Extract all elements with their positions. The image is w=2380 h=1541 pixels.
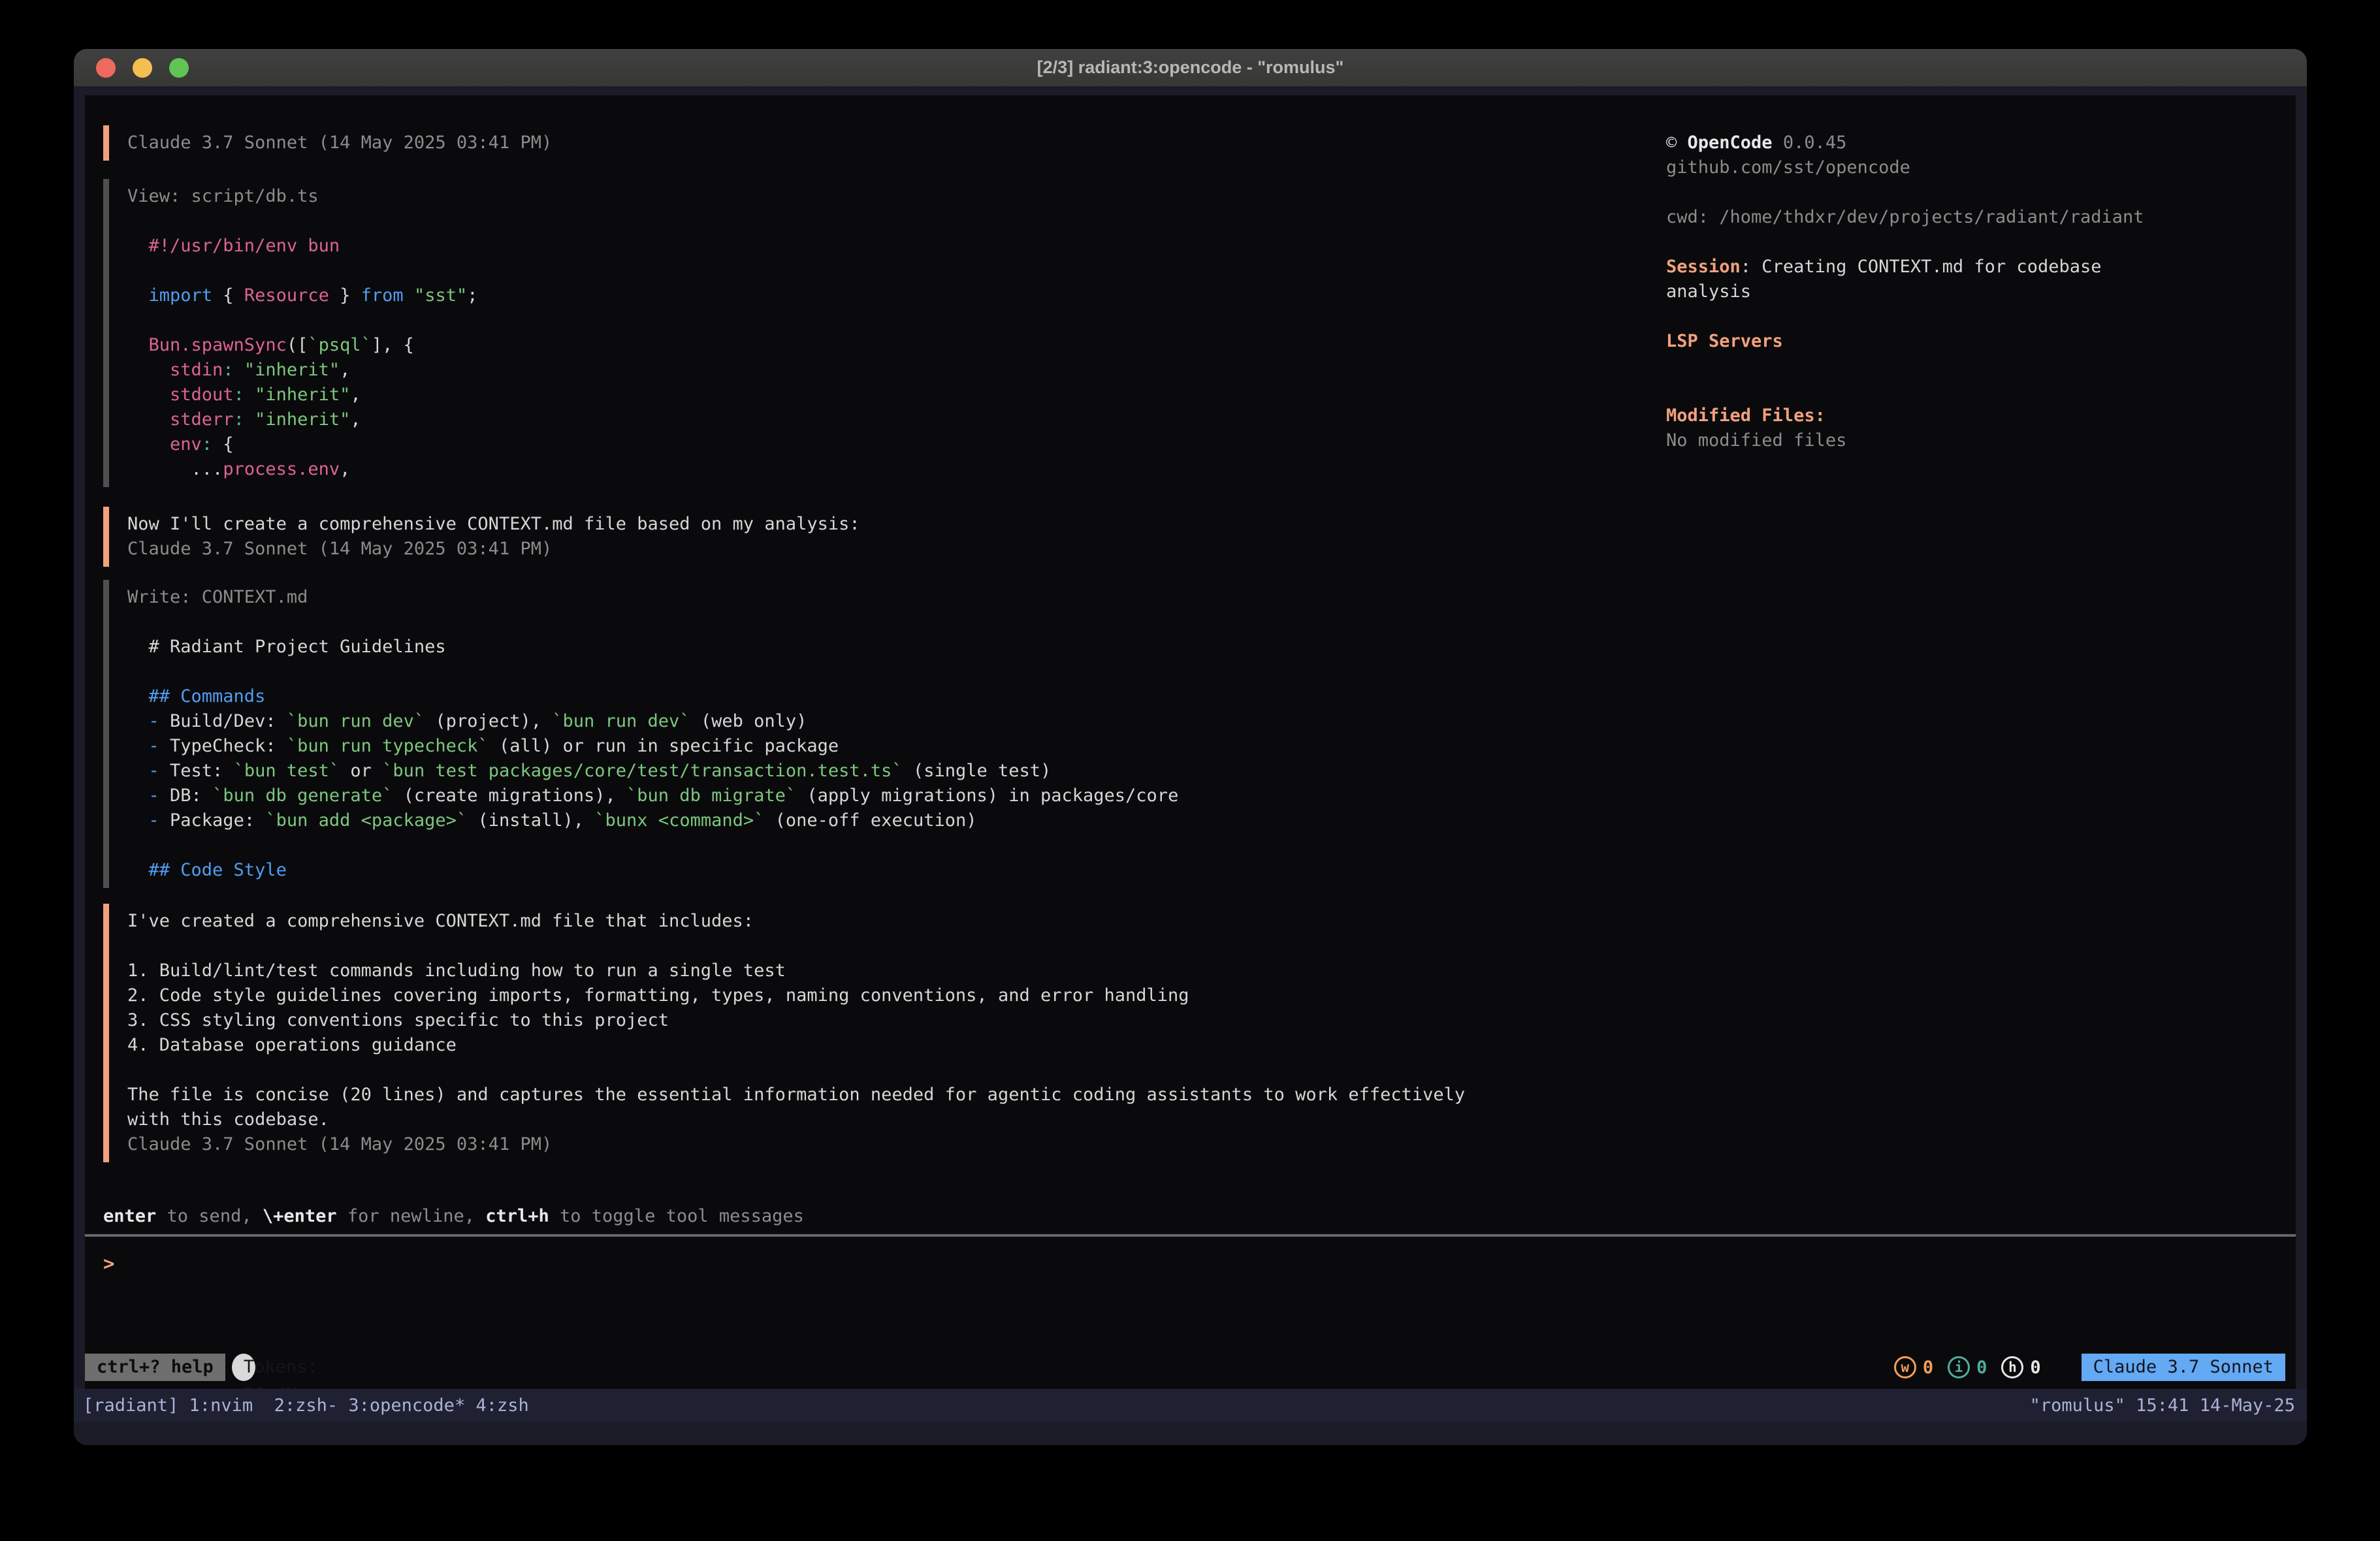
hint-icon: h xyxy=(2001,1356,2023,1378)
status-bar-right: w 0 i 0 h 0 Claude 3.7 Sonnet xyxy=(1894,1354,2285,1381)
info-icon: i xyxy=(1948,1356,1970,1378)
model-badge: Claude 3.7 Sonnet xyxy=(2082,1354,2285,1381)
opencode-tui: Claude 3.7 Sonnet (14 May 2025 03:41 PM)… xyxy=(85,95,2296,1389)
hint-count: h 0 xyxy=(2001,1356,2040,1378)
window-bottom-padding xyxy=(74,1422,2307,1445)
tool-output-view-db-ts: View: script/db.ts #!/usr/bin/env bun im… xyxy=(103,179,1627,487)
warning-count: w 0 xyxy=(1894,1356,1933,1378)
chat-transcript: Claude 3.7 Sonnet (14 May 2025 03:41 PM)… xyxy=(103,125,1627,1162)
info-count-value: 0 xyxy=(1976,1358,1987,1378)
warning-count-value: 0 xyxy=(1923,1358,1933,1378)
status-bar: ctrl+? help Tokens: 16.4K (8%), Cost: $0… xyxy=(85,1354,2285,1381)
tmux-window-list[interactable]: [radiant] 1:nvim 2:zsh- 3:opencode* 4:zs… xyxy=(83,1395,529,1416)
assistant-message-summary: I've created a comprehensive CONTEXT.md … xyxy=(103,904,1627,1162)
tmux-session-clock: "romulus" 15:41 14-May-25 xyxy=(2030,1395,2295,1416)
status-bar-left: ctrl+? help Tokens: 16.4K (8%), Cost: $0… xyxy=(85,1354,255,1381)
keybinding-hint: enter to send, \+enter for newline, ctrl… xyxy=(103,1204,2280,1229)
warning-icon: w xyxy=(1894,1356,1916,1378)
assistant-message-header: Claude 3.7 Sonnet (14 May 2025 03:41 PM) xyxy=(103,125,1627,161)
info-count: i 0 xyxy=(1948,1356,1987,1378)
tokens-cost-chip: Tokens: 16.4K (8%), Cost: $0.12 xyxy=(232,1354,255,1381)
help-chip: ctrl+? help xyxy=(85,1354,225,1381)
window-title: [2/3] radiant:3:opencode - "romulus" xyxy=(74,57,2307,78)
assistant-message: Now I'll create a comprehensive CONTEXT.… xyxy=(103,507,1627,567)
window-titlebar: [2/3] radiant:3:opencode - "romulus" xyxy=(74,49,2307,86)
prompt-input[interactable]: > xyxy=(103,1237,2280,1354)
tool-output-write-context-md: Write: CONTEXT.md # Radiant Project Guid… xyxy=(103,580,1627,888)
content-row: Claude 3.7 Sonnet (14 May 2025 03:41 PM)… xyxy=(103,125,2280,1162)
terminal-pane: Claude 3.7 Sonnet (14 May 2025 03:41 PM)… xyxy=(74,86,2307,1445)
tmux-status-bar: [radiant] 1:nvim 2:zsh- 3:opencode* 4:zs… xyxy=(74,1389,2307,1422)
session-sidebar: © OpenCode 0.0.45github.com/sst/opencode… xyxy=(1666,125,2280,453)
prompt-caret: > xyxy=(103,1252,114,1275)
terminal-window: [2/3] radiant:3:opencode - "romulus" Cla… xyxy=(74,49,2307,1445)
hint-count-value: 0 xyxy=(2030,1358,2040,1378)
